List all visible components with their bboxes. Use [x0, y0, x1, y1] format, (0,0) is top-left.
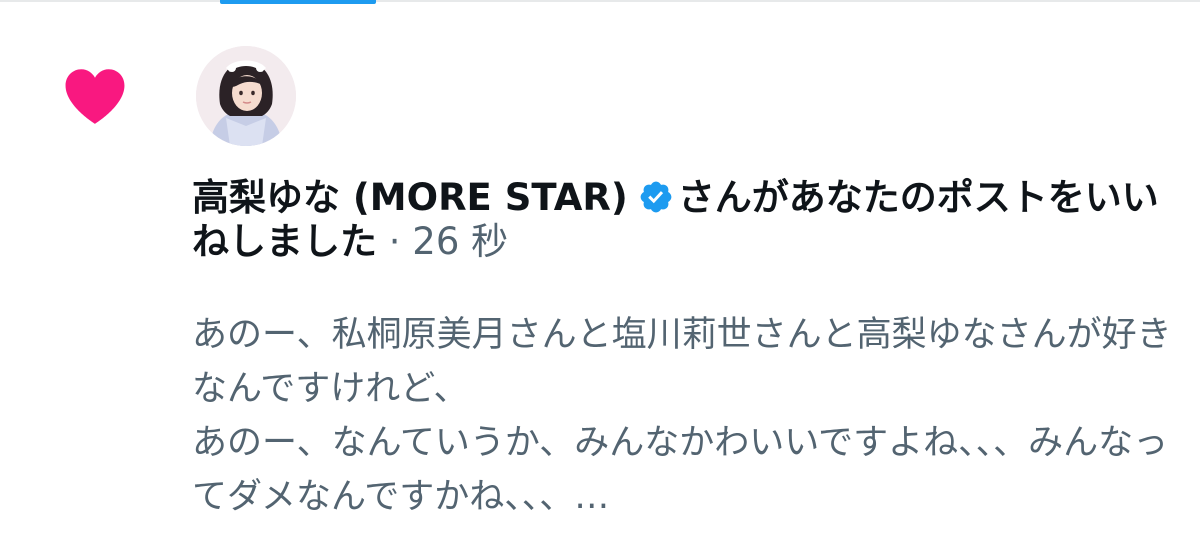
- tab-active-indicator: [220, 0, 376, 4]
- top-divider: [0, 0, 1200, 2]
- avatar[interactable]: [196, 46, 296, 146]
- separator: ·: [388, 220, 401, 263]
- verified-badge-icon: [638, 179, 674, 215]
- post-preview-text[interactable]: あのー、私桐原美月さんと塩川莉世さんと高梨ゆなさんが好きなんですけれど、 あのー…: [192, 308, 1182, 548]
- meta: · 26 秒: [377, 220, 508, 263]
- notification-headline: 高梨ゆな (MORE STAR) さんがあなたのポストをいいねしました · 26 …: [192, 176, 1177, 264]
- heart-icon: [60, 66, 130, 126]
- timestamp[interactable]: 26 秒: [412, 220, 508, 263]
- user-name-link[interactable]: 高梨ゆな (MORE STAR): [192, 176, 628, 219]
